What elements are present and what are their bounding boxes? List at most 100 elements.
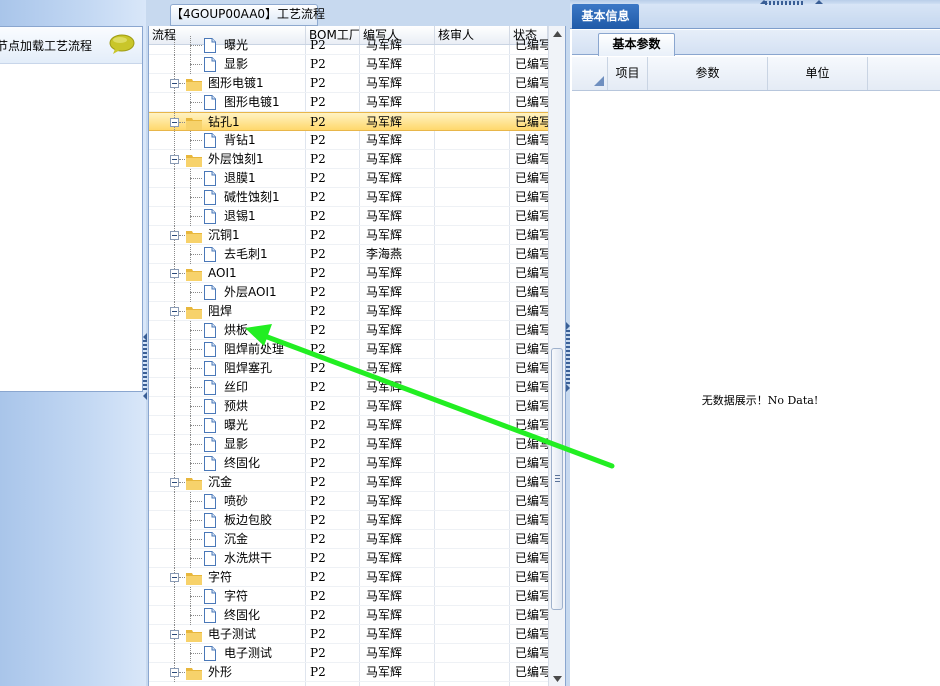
collapse-toggle-icon[interactable] [170, 231, 179, 240]
writer-cell: 马军辉 [366, 190, 403, 204]
tree-row-step[interactable]: 预烘 P2 马军辉 已编写 [149, 397, 548, 416]
column-header-item[interactable]: 项目 [608, 57, 648, 90]
expand-left-arrow-icon[interactable] [143, 392, 147, 400]
top-splitter-dots[interactable] [765, 1, 803, 5]
tree-row-group[interactable]: 字符 P2 马军辉 已编写 [149, 568, 548, 587]
tree-row-step[interactable]: 沉金 P2 马军辉 已编写 [149, 530, 548, 549]
tree-guide-line [190, 520, 202, 521]
tree-row-group[interactable]: 电子测试 P2 马军辉 已编写 [149, 625, 548, 644]
collapse-toggle-icon[interactable] [170, 630, 179, 639]
collapse-toggle-icon[interactable] [170, 155, 179, 164]
scroll-up-arrow-icon[interactable] [553, 31, 562, 37]
tree-guide-line [190, 653, 202, 654]
bom-factory-cell: P2 [310, 437, 326, 451]
speech-bubble-icon[interactable] [109, 34, 135, 54]
process-name: 背钻1 [224, 133, 256, 147]
process-name: 外形 [208, 665, 233, 679]
tree-row-step[interactable]: 字符 P2 马军辉 已编写 [149, 587, 548, 606]
tree-guide-line [190, 140, 202, 141]
tree-row-group[interactable]: 沉铜1 P2 马军辉 已编写 [149, 226, 548, 245]
process-flow-tab[interactable]: 【4GOUP00AA0】工艺流程 [170, 4, 325, 26]
tree-guide-line [190, 406, 202, 407]
status-cell: 已编写 [515, 494, 548, 508]
folder-icon [186, 478, 202, 490]
scroll-down-arrow-icon[interactable] [553, 676, 562, 682]
tree-row-group[interactable]: 图形电镀1 P2 马军辉 已编写 [149, 74, 548, 93]
tree-row-step[interactable]: 丝印 P2 马军辉 已编写 [149, 378, 548, 397]
tree-row-step[interactable]: 图形电镀1 P2 马军辉 已编写 [149, 93, 548, 112]
tree-guide-line [190, 596, 202, 597]
collapse-toggle-icon[interactable] [170, 79, 179, 88]
collapse-toggle-icon[interactable] [170, 118, 179, 127]
tree-row-step[interactable]: 电子测试 P2 马军辉 已编写 [149, 644, 548, 663]
collapse-toggle-icon[interactable] [170, 269, 179, 278]
scrollbar-thumb[interactable] [551, 348, 563, 610]
status-cell: 已编写 [515, 437, 548, 451]
tree-row-step[interactable]: 阻焊塞孔 P2 马军辉 已编写 [149, 359, 548, 378]
select-all-corner[interactable] [572, 57, 608, 90]
column-header-unit[interactable]: 单位 [768, 57, 868, 90]
tree-row-step[interactable]: 烘板 P2 马军辉 已编写 [149, 321, 548, 340]
folder-icon [186, 573, 202, 585]
tree-row-step[interactable]: 水洗烘干 P2 马军辉 已编写 [149, 549, 548, 568]
tree-row-step[interactable]: 曝光 P2 马军辉 已编写 [149, 416, 548, 435]
tab-basic-params[interactable]: 基本参数 [598, 33, 675, 56]
bom-factory-cell: P2 [310, 323, 326, 337]
tree-row-step[interactable]: 板边包胶 P2 马军辉 已编写 [149, 511, 548, 530]
tree-row-step[interactable]: 背钻1 P2 马军辉 已编写 [149, 131, 548, 150]
status-cell: 已编写 [515, 570, 548, 584]
left-splitter-handle[interactable] [143, 340, 147, 390]
status-cell: 已编写 [515, 627, 548, 641]
document-icon [204, 437, 216, 452]
tree-guide-line [179, 273, 185, 274]
tree-guide-line [190, 349, 202, 350]
collapse-toggle-icon[interactable] [170, 668, 179, 677]
no-data-message: 无数据展示！No Data! [701, 394, 819, 407]
tree-row-group[interactable]: 阻焊 P2 马军辉 已编写 [149, 302, 548, 321]
document-icon [204, 323, 216, 338]
tree-row-step[interactable]: 显影 P2 马军辉 已编写 [149, 435, 548, 454]
writer-cell: 马军辉 [366, 76, 403, 90]
process-name: 电子测试 [224, 646, 273, 660]
writer-cell: 马军辉 [366, 115, 403, 129]
tree-row-step[interactable]: 终固化 P2 马军辉 已编写 [149, 454, 548, 473]
tree-guide-line [190, 387, 202, 388]
process-name: 沉铜1 [208, 228, 240, 242]
tree-guide-line [174, 492, 175, 511]
status-cell: 已编写 [515, 608, 548, 622]
tree-row-step[interactable]: 显影 P2 马军辉 已编写 [149, 55, 548, 74]
tree-row-group[interactable]: 钻孔1 P2 马军辉 已编写 [149, 112, 548, 132]
tab-basic-info[interactable]: 基本信息 [572, 4, 639, 29]
tree-row-group[interactable]: 外层蚀刻1 P2 马军辉 已编写 [149, 150, 548, 169]
folder-icon [186, 630, 202, 642]
collapse-left-arrow-icon[interactable] [143, 333, 147, 341]
vertical-scrollbar[interactable] [548, 26, 565, 686]
writer-cell: 马军辉 [366, 57, 403, 71]
tree-row-step[interactable]: 退膜1 P2 马军辉 已编写 [149, 169, 548, 188]
tree-row-step[interactable]: 碱性蚀刻1 P2 马军辉 已编写 [149, 188, 548, 207]
tree-row-step[interactable]: 喷砂 P2 马军辉 已编写 [149, 492, 548, 511]
top-splitter-arrow-icon[interactable] [760, 0, 768, 4]
process-name: 图形电镀1 [208, 76, 264, 90]
column-header-parameter[interactable]: 参数 [648, 57, 768, 90]
load-process-hint: 节点加载工艺流程 [0, 39, 93, 53]
tree-row-step[interactable]: 曝光 P2 马军辉 已编写 [149, 36, 548, 55]
tree-row-group[interactable]: 沉金 P2 马军辉 已编写 [149, 473, 548, 492]
collapse-toggle-icon[interactable] [170, 573, 179, 582]
process-name: 沉金 [208, 475, 233, 489]
tree-row-step[interactable]: 退锡1 P2 马军辉 已编写 [149, 207, 548, 226]
top-splitter-arrow-icon[interactable] [815, 0, 823, 4]
document-icon [204, 589, 216, 604]
tree-row-step[interactable]: 外层AOI1 P2 马军辉 已编写 [149, 283, 548, 302]
collapse-toggle-icon[interactable] [170, 307, 179, 316]
process-name: 外层AOI1 [224, 285, 277, 299]
tree-row-step[interactable]: 去毛刺1 P2 李海燕 已编写 [149, 245, 548, 264]
collapse-toggle-icon[interactable] [170, 478, 179, 487]
bom-factory-cell: P2 [310, 133, 326, 147]
tree-row-step[interactable]: 终固化 P2 马军辉 已编写 [149, 606, 548, 625]
process-name: 去毛刺1 [224, 247, 268, 261]
tree-row-group[interactable]: 外形 P2 马军辉 已编写 [149, 663, 548, 682]
writer-cell: 马军辉 [366, 285, 403, 299]
tree-row-step[interactable]: 阻焊前处理 P2 马军辉 已编写 [149, 340, 548, 359]
tree-row-group[interactable]: AOI1 P2 马军辉 已编写 [149, 264, 548, 283]
